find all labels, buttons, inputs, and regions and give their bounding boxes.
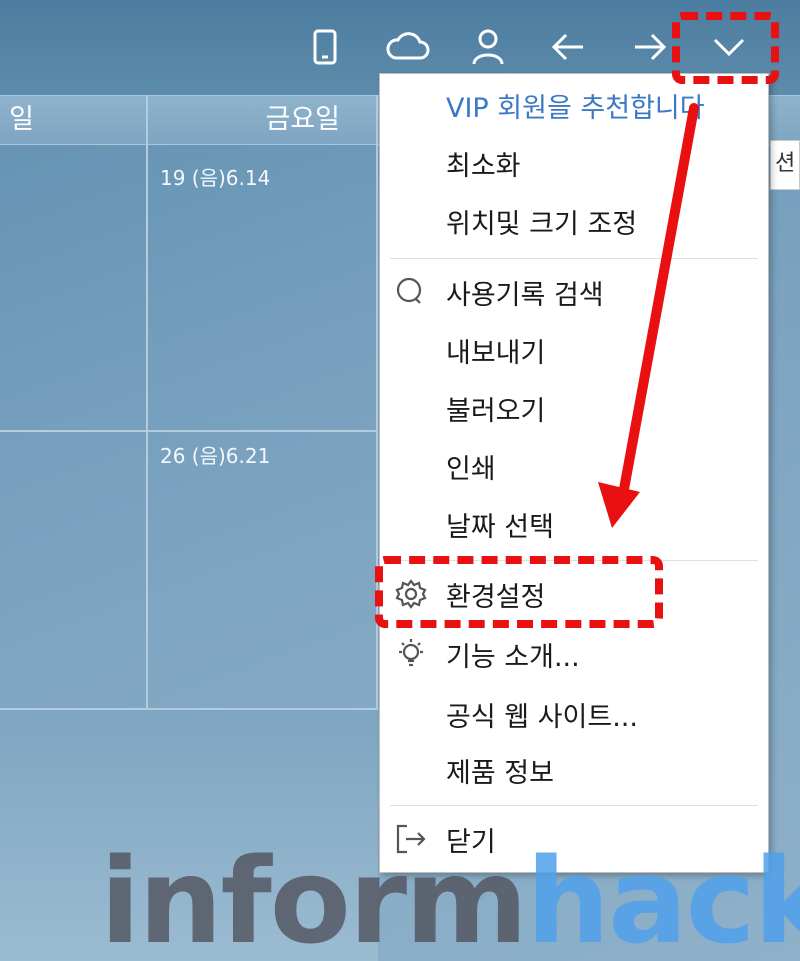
annotation-arrow	[598, 103, 699, 528]
watermark-logo: informhack	[100, 832, 800, 961]
